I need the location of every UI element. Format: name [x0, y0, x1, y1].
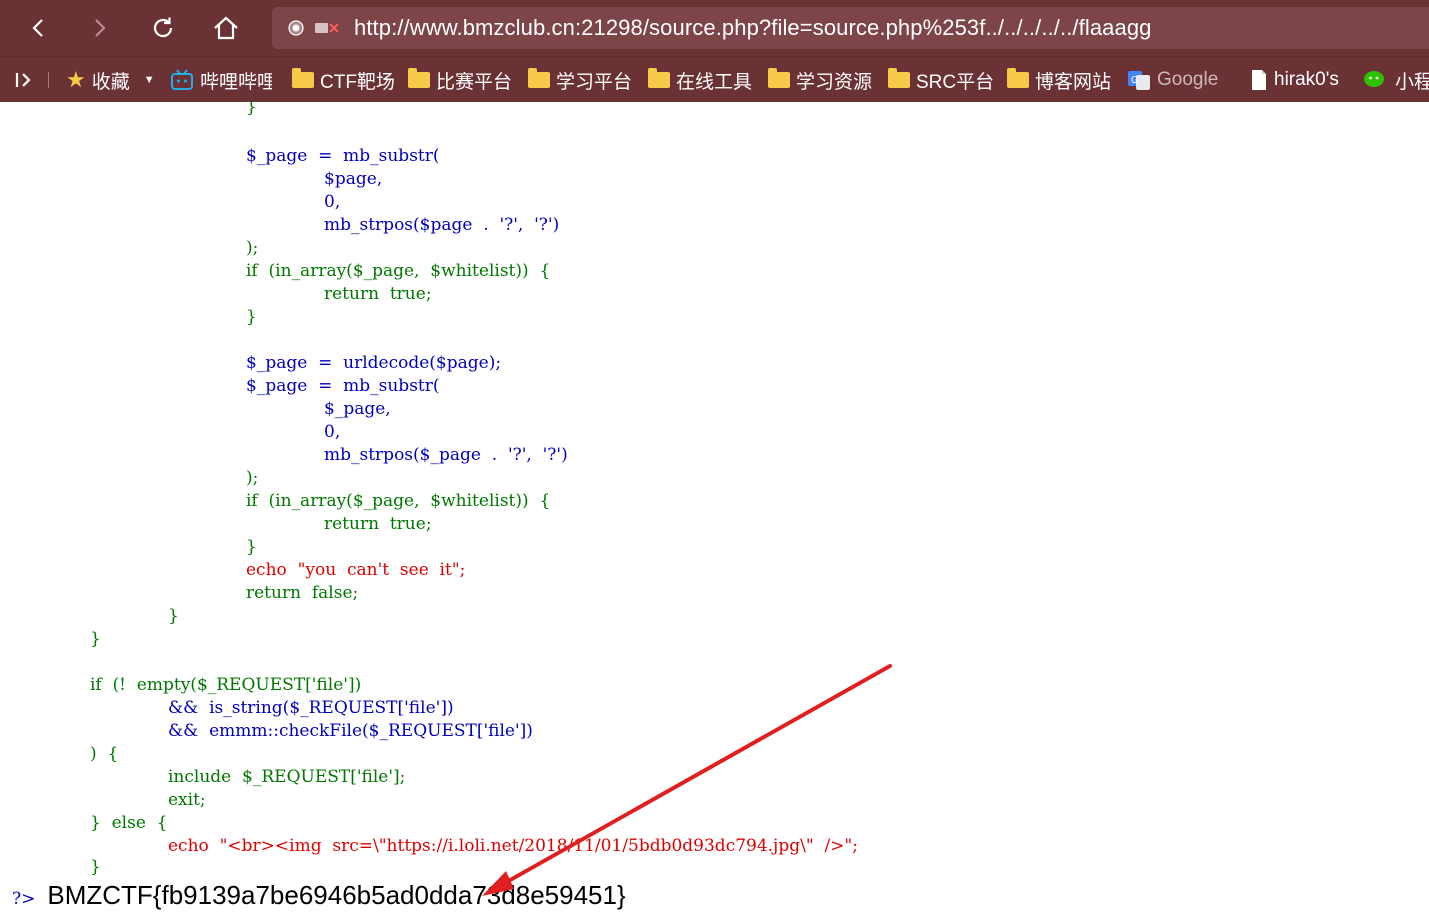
code-line: } — [246, 307, 257, 327]
bookmark-google[interactable]: G Google — [1127, 67, 1218, 93]
bookmark-miniprogram[interactable]: 小程 — [1363, 67, 1429, 93]
folder-icon — [888, 68, 910, 88]
folder-icon — [768, 68, 790, 88]
bilibili-icon — [171, 69, 193, 90]
bookmark-label: SRC平台 — [916, 71, 995, 93]
bookmark-label: 在线工具 — [676, 71, 753, 93]
star-icon: ★ — [66, 67, 86, 92]
bookmark-hirak0[interactable]: hirak0's — [1250, 67, 1339, 93]
code-line: } — [90, 857, 101, 877]
home-button[interactable] — [206, 8, 246, 48]
bookmark-label: 哔哩哔哩 — [200, 71, 272, 93]
reload-icon — [153, 17, 173, 38]
code-line: $_page, — [324, 399, 391, 419]
browser-toolbar: http://www.bmzclub.cn:21298/source.php?f… — [0, 0, 1429, 56]
folder-icon — [648, 68, 670, 88]
code-line: exit; — [168, 790, 206, 810]
bookmark-label: 小程 — [1395, 71, 1429, 93]
folder-icon — [1007, 68, 1029, 88]
php-closing-tag: ?> — [12, 889, 36, 909]
code-line: } — [246, 537, 257, 557]
bookmark-label: Google — [1157, 69, 1219, 90]
code-line: 0, — [324, 192, 341, 212]
code-line: ) { — [90, 744, 119, 764]
page-content: } $_page = mb_substr( $page, 0, mb_strpo… — [0, 101, 1429, 914]
bookmark-label: hirak0's — [1274, 69, 1339, 90]
bookmark-label: 学习平台 — [556, 71, 633, 93]
code-line: $_page = urldecode($page); — [246, 353, 502, 373]
code-line: } — [90, 629, 101, 649]
code-line: $_page = mb_substr( — [246, 146, 440, 166]
bookmark-folder-learning[interactable]: 学习平台 — [528, 67, 632, 93]
code-line: return false; — [246, 583, 359, 603]
bookmark-folder-blogs[interactable]: 博客网站 — [1007, 67, 1111, 93]
google-translate-icon: G — [1128, 71, 1150, 90]
code-line: echo "you can't see it"; — [246, 560, 466, 580]
bookmark-favorites[interactable]: ★ 收藏 ▼ — [66, 67, 155, 93]
code-line: return true; — [324, 514, 432, 534]
annotation-arrow — [482, 664, 892, 896]
svg-text:G: G — [1131, 75, 1139, 86]
bookmarks-bar: ★ 收藏 ▼ 哔哩哔哩 CTF靶场 比赛平台 学习平台 在线工具 学习资源 SR… — [0, 56, 1429, 102]
sidebar-toggle-button[interactable] — [14, 67, 49, 93]
code-line: ); — [246, 238, 259, 258]
sidebar-toggle-icon — [15, 73, 31, 87]
code-line: 0, — [324, 422, 341, 442]
site-info-icon[interactable] — [288, 20, 304, 36]
url-text[interactable]: http://www.bmzclub.cn:21298/source.php?f… — [354, 15, 1152, 41]
code-line: if (in_array($_page, $whitelist)) { — [246, 261, 551, 281]
bookmark-label: 比赛平台 — [436, 71, 513, 93]
wechat-icon — [1364, 71, 1384, 87]
code-line: ); — [246, 468, 259, 488]
bookmark-folder-src[interactable]: SRC平台 — [888, 67, 994, 93]
code-line: } — [246, 101, 257, 117]
code-line: && emmm::checkFile($_REQUEST['file']) — [168, 721, 533, 741]
bookmark-folder-competition[interactable]: 比赛平台 — [408, 67, 512, 93]
code-line: return true; — [324, 284, 432, 304]
bookmark-bilibili[interactable]: 哔哩哔哩 — [170, 67, 272, 93]
code-line: && is_string($_REQUEST['file']) — [168, 698, 454, 718]
folder-icon — [292, 68, 314, 88]
address-bar[interactable]: http://www.bmzclub.cn:21298/source.php?f… — [272, 7, 1429, 49]
bookmark-label: 收藏 — [91, 71, 130, 93]
code-line: include $_REQUEST['file']; — [168, 767, 406, 787]
forward-arrow-icon — [95, 19, 106, 37]
blocked-content-icon[interactable] — [314, 20, 342, 36]
folder-icon — [528, 68, 550, 88]
back-button[interactable] — [18, 8, 58, 48]
forward-button[interactable] — [80, 8, 120, 48]
code-line: } — [168, 606, 179, 626]
code-line: $_page = mb_substr( — [246, 376, 440, 396]
home-icon — [214, 16, 238, 40]
flag-output: ?> BMZCTF{fb9139a7be6946b5ad0dda73d8e5945… — [12, 880, 626, 911]
bookmark-label: CTF靶场 — [320, 71, 395, 93]
bookmark-label: 博客网站 — [1035, 71, 1112, 93]
code-line: mb_strpos($_page . '?', '?') — [324, 445, 568, 465]
code-line: echo "<br><img src=\"https://i.loli.net/… — [168, 836, 858, 856]
chevron-down-icon[interactable]: ▼ — [144, 74, 155, 86]
code-line: if (! empty($_REQUEST['file']) — [90, 675, 362, 695]
code-line: $page, — [324, 169, 383, 189]
bookmark-folder-tools[interactable]: 在线工具 — [648, 67, 752, 93]
flag-text: BMZCTF{fb9139a7be6946b5ad0dda73d8e59451} — [47, 880, 626, 910]
bookmark-folder-ctf[interactable]: CTF靶场 — [292, 67, 395, 93]
code-line: } else { — [90, 813, 168, 833]
code-line: mb_strpos($page . '?', '?') — [324, 215, 560, 235]
folder-icon — [408, 68, 430, 88]
reload-button[interactable] — [143, 8, 183, 48]
code-line: if (in_array($_page, $whitelist)) { — [246, 491, 551, 511]
page-icon — [1252, 70, 1266, 90]
back-arrow-icon — [32, 19, 43, 37]
bookmark-label: 学习资源 — [796, 71, 873, 93]
bookmark-folder-resources[interactable]: 学习资源 — [768, 67, 872, 93]
